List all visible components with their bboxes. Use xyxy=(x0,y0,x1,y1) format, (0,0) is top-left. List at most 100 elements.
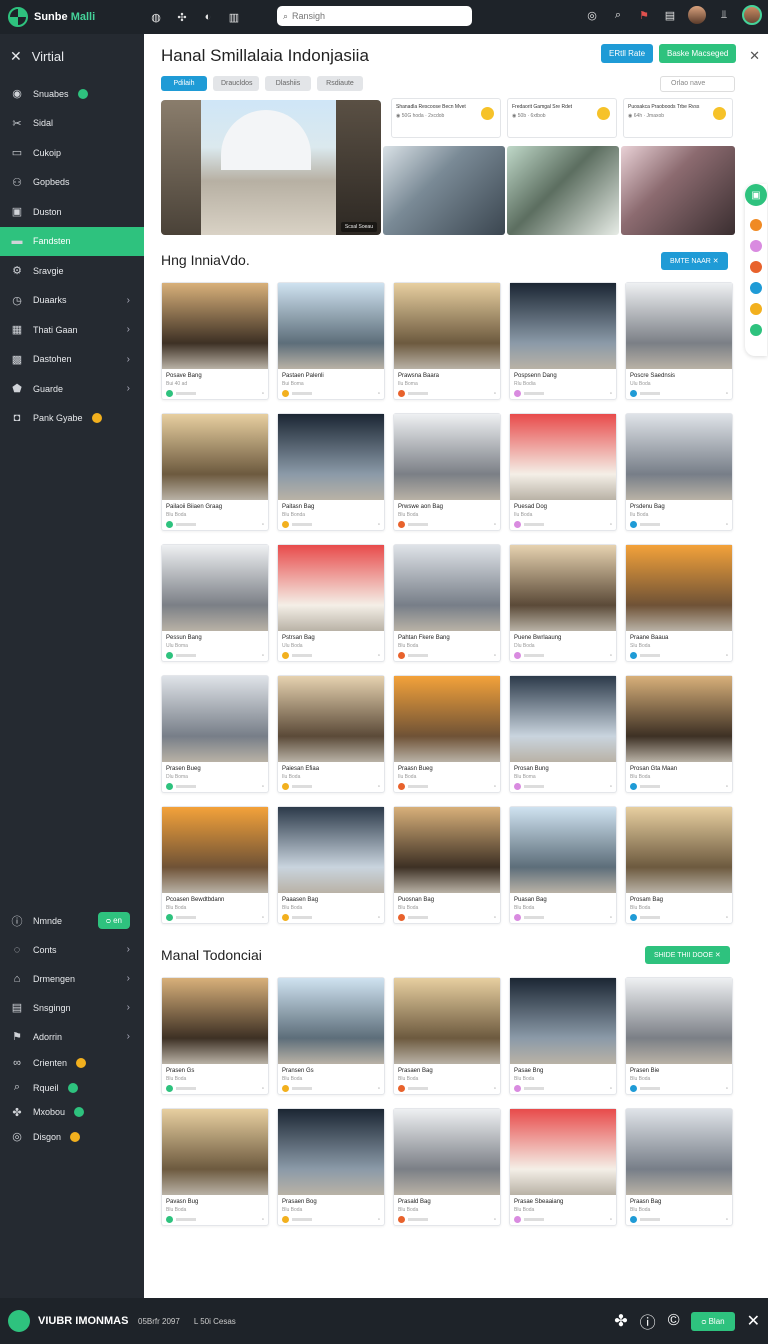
settings-icon[interactable]: ◎ xyxy=(584,7,600,23)
chat-icon[interactable]: ▣ xyxy=(745,184,767,206)
sidebar-item-10[interactable]: ⬟ Guarde › xyxy=(0,374,144,404)
bookmark-icon[interactable]: ▫ xyxy=(262,653,264,659)
bookmark-icon[interactable]: ▫ xyxy=(726,1217,728,1223)
sidebar-item-6[interactable]: ⚙ Sravgie xyxy=(0,256,144,286)
product-card[interactable]: Pospsenn Dang Rlu Bodia ▫ xyxy=(509,282,617,400)
flag-icon[interactable]: ◐ xyxy=(200,9,216,25)
tab-1[interactable]: Draucldos xyxy=(213,76,259,91)
product-card[interactable]: Pasae Bng Blu Boda ▫ xyxy=(509,977,617,1095)
sidebar-item-1[interactable]: ✂ Sidal xyxy=(0,109,144,139)
bookmark-icon[interactable]: ▫ xyxy=(262,522,264,528)
bookmark-icon[interactable]: ▫ xyxy=(378,391,380,397)
tab-2[interactable]: Dlashiis xyxy=(265,76,311,91)
section-button[interactable]: BMTE NAAR ✕ xyxy=(661,252,728,270)
bookmark-icon[interactable]: ▫ xyxy=(494,1217,496,1223)
sidebar-item-2[interactable]: ▭ Cukoip xyxy=(0,138,144,168)
product-card[interactable]: Pavasn Bug Blu Boda ▫ xyxy=(161,1108,269,1226)
bookmark-icon[interactable]: ▫ xyxy=(262,391,264,397)
sidebar-bottom-item-0[interactable]: ⓘ Nmnde ᴑ en xyxy=(0,906,144,935)
product-card[interactable]: Puene Bwrlaaung Dlu Boda ▫ xyxy=(509,544,617,662)
bookmark-icon[interactable]: ▫ xyxy=(262,1217,264,1223)
close-icon[interactable]: ✕ xyxy=(749,48,760,64)
sidebar-item-8[interactable]: ▦ Thati Gaan › xyxy=(0,315,144,345)
product-card[interactable]: Pailaoii Biiaen Graag Blu Boda ▫ xyxy=(161,413,269,531)
bookmark-icon[interactable]: ▫ xyxy=(378,1217,380,1223)
bookmark-icon[interactable]: ▫ xyxy=(494,522,496,528)
orange-icon[interactable] xyxy=(750,219,762,231)
tab-3[interactable]: Rsdiaute xyxy=(317,76,363,91)
sidebar-bottom-item-4[interactable]: ⚑ Adorrin › xyxy=(0,1022,144,1051)
bookmark-icon[interactable]: ▫ xyxy=(494,915,496,921)
product-card[interactable]: Pessun Bang Ulu Boma ▫ xyxy=(161,544,269,662)
copyright-icon[interactable]: © xyxy=(668,1312,680,1330)
close-icon[interactable]: ✕ xyxy=(10,48,22,65)
product-card[interactable]: Praasn Bueg Ilu Boda ▫ xyxy=(393,675,501,793)
tag-icon[interactable]: ✣ xyxy=(174,9,190,25)
product-card[interactable]: Pstrsan Bag Ulu Boda ▫ xyxy=(277,544,385,662)
section-button-2[interactable]: SHIDE THII DOOE ✕ xyxy=(645,946,730,964)
sidebar-item-0[interactable]: ◉ Snuabes xyxy=(0,79,144,109)
bookmark-icon[interactable]: ▫ xyxy=(378,915,380,921)
bookmark-icon[interactable]: ▫ xyxy=(610,784,612,790)
manage-button[interactable]: Baske Macseged xyxy=(659,44,737,63)
product-card[interactable]: Prasaen Bog Blu Boda ▫ xyxy=(277,1108,385,1226)
blue-icon[interactable] xyxy=(750,282,762,294)
product-card[interactable]: Prasaen Bag Blu Boda ▫ xyxy=(393,977,501,1095)
bookmark-icon[interactable]: ▫ xyxy=(262,1086,264,1092)
puzzle-icon[interactable]: ✤ xyxy=(614,1311,627,1331)
bookmark-icon[interactable]: ▫ xyxy=(494,1086,496,1092)
footer-button[interactable]: ᴑ Blan xyxy=(691,1311,735,1331)
product-card[interactable]: Praane Baaua Slu Boda ▫ xyxy=(625,544,733,662)
product-card[interactable]: Paaasen Bag Blu Boda ▫ xyxy=(277,806,385,924)
search-box[interactable]: ⌕ xyxy=(277,6,472,26)
sidebar-item-5[interactable]: ▬ Fandsten xyxy=(0,226,144,256)
product-card[interactable]: Prasald Bag Blu Boda ▫ xyxy=(393,1108,501,1226)
sidebar-item-4[interactable]: ▣ Duston xyxy=(0,197,144,227)
sidebar-bottom-item-7[interactable]: ✤ Mxobou xyxy=(0,1100,144,1125)
bookmark-icon[interactable]: ▫ xyxy=(726,915,728,921)
yellow-icon[interactable] xyxy=(750,303,762,315)
hero-tile-2[interactable] xyxy=(507,146,619,235)
bookmark-icon[interactable]: ▫ xyxy=(494,391,496,397)
bookmark-icon[interactable]: ▫ xyxy=(494,653,496,659)
search-input[interactable] xyxy=(292,11,453,21)
rate-button[interactable]: ERtll Rate xyxy=(601,44,654,63)
sidebar-bottom-item-2[interactable]: ⌂ Drmengen › xyxy=(0,964,144,993)
sidebar-bottom-item-6[interactable]: ⌕ Rqueil xyxy=(0,1076,144,1101)
chart-icon[interactable]: ▥ xyxy=(226,9,242,25)
bookmark-icon[interactable]: ▫ xyxy=(610,522,612,528)
bookmark-icon[interactable]: ▫ xyxy=(726,522,728,528)
product-card[interactable]: Pransen Gs Blu Boda ▫ xyxy=(277,977,385,1095)
hero-tile-3[interactable] xyxy=(621,146,735,235)
stats-icon[interactable]: ⫫ xyxy=(716,7,732,23)
red-icon[interactable] xyxy=(750,261,762,273)
calendar-icon[interactable]: ▤ xyxy=(662,7,678,23)
product-card[interactable]: Puasan Bag Blu Boda ▫ xyxy=(509,806,617,924)
product-card[interactable]: Prosam Bag Blu Boda ▫ xyxy=(625,806,733,924)
info-icon[interactable]: ⓘ xyxy=(640,1309,656,1333)
product-card[interactable]: Praasn Bag Blu Boda ▫ xyxy=(625,1108,733,1226)
bookmark-icon[interactable]: ▫ xyxy=(726,784,728,790)
product-card[interactable]: Prosan Bung Blu Boma ▫ xyxy=(509,675,617,793)
sidebar-bottom-item-3[interactable]: ▤ Snsgingn › xyxy=(0,993,144,1022)
product-card[interactable]: Pastaen Palenli Bui Boma ▫ xyxy=(277,282,385,400)
bookmark-icon[interactable]: ▫ xyxy=(378,784,380,790)
sort-select[interactable]: Orlao nave xyxy=(660,76,735,92)
product-card[interactable]: Posave Bang Bui 40 ad ▫ xyxy=(161,282,269,400)
mini-card[interactable]: Fredaorit Gamgal Sre Rdet ◉ 50b · 6xtbob xyxy=(507,98,617,138)
bookmark-icon[interactable]: ▫ xyxy=(378,522,380,528)
flag-icon[interactable]: ⚑ xyxy=(636,7,652,23)
product-card[interactable]: Prasen Gs Blu Boda ▫ xyxy=(161,977,269,1095)
sidebar-item-3[interactable]: ⚇ Gopbeds xyxy=(0,168,144,198)
sidebar-bottom-item-5[interactable]: ∞ Crienten xyxy=(0,1051,144,1076)
bookmark-icon[interactable]: ▫ xyxy=(494,784,496,790)
product-card[interactable]: Prosan Gta Maan Blu Boda ▫ xyxy=(625,675,733,793)
mini-card[interactable]: Puosakca Praoboods Trbe Rvss ◉ 64h · Jmax… xyxy=(623,98,733,138)
bookmark-icon[interactable]: ▫ xyxy=(262,784,264,790)
bookmark-icon[interactable]: ▫ xyxy=(610,1086,612,1092)
bookmark-icon[interactable]: ▫ xyxy=(378,653,380,659)
sidebar-bottom-item-8[interactable]: ◎ Disgon xyxy=(0,1125,144,1150)
bookmark-icon[interactable]: ▫ xyxy=(726,653,728,659)
tab-0[interactable]: Pdilaih xyxy=(161,76,207,91)
mini-card[interactable]: Shanadla Rescoose Becn Mvet ◉ 50G hoda · … xyxy=(391,98,501,138)
